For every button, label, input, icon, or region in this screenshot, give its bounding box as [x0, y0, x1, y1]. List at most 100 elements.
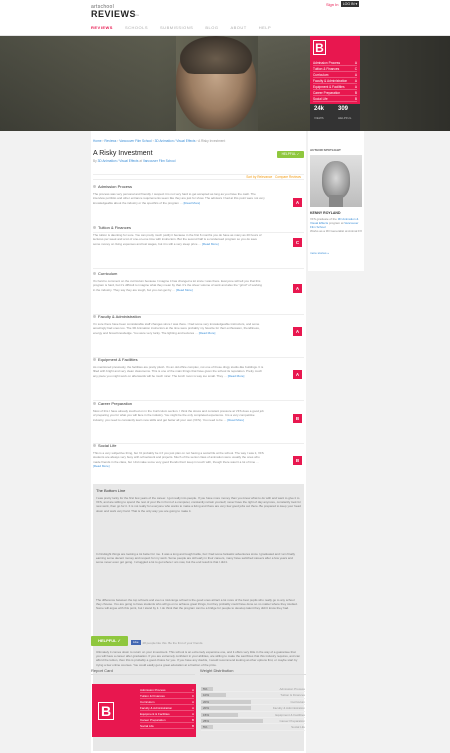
read-more-link[interactable]: [Read More]: [227, 418, 244, 422]
section-title: Social Life: [98, 442, 117, 448]
report-card-list: Admission Process A Tuition & Finances C C…: [140, 687, 194, 729]
hero-background-left: [0, 36, 176, 131]
breadcrumb-program[interactable]: 3D Animation / Visual Effects: [155, 139, 196, 143]
weight-percent: 5%: [203, 687, 208, 691]
category-grade-row[interactable]: Social Life B: [313, 96, 357, 102]
report-card-row-grade: B: [191, 718, 194, 722]
review-section-social: Social Life This is a very subjective th…: [93, 442, 304, 482]
views-count: 24k: [314, 106, 325, 112]
section-grade: A: [293, 284, 302, 293]
hero-character-hair: [180, 36, 252, 74]
weight-label: Social Life: [291, 725, 305, 730]
bullet-icon: [93, 401, 96, 405]
section-title: Career Preparation: [98, 400, 133, 406]
read-more-link[interactable]: [Read More]: [184, 201, 201, 205]
sort-relevance-link[interactable]: Sort by Relevance: [246, 175, 272, 179]
section-grade: A: [293, 198, 302, 207]
sign-in-link[interactable]: Sign In: [326, 2, 338, 7]
section-title: Admission Process: [98, 183, 133, 189]
section-grade: B: [293, 414, 302, 423]
helpful-button-bottom[interactable]: HELPFUL ✓: [91, 636, 128, 646]
nav-blog[interactable]: BLOG: [205, 25, 218, 30]
review-main: Home › Reviews › Vancouver Film School ›…: [91, 131, 306, 753]
report-card-label: Curriculum: [140, 700, 155, 704]
weight-label: Admission Process: [279, 687, 305, 691]
bottom-line-paragraph: In hindsight things are looking a lot be…: [96, 552, 295, 565]
section-title: Faculty & Administration: [98, 313, 141, 319]
breadcrumb-home[interactable]: Home: [93, 139, 102, 143]
weight-label: Curriculum: [290, 699, 305, 704]
overall-grade: B: [313, 40, 326, 55]
read-more-link[interactable]: [Read More]: [228, 374, 245, 378]
read-more-link[interactable]: [Read More]: [176, 288, 193, 292]
more-stories-link[interactable]: more stories »: [310, 251, 329, 255]
section-title: Curriculum: [98, 270, 118, 276]
compare-reviews-link[interactable]: Compare Reviews: [275, 175, 301, 179]
review-section-tuition: Tuition & Finances The tuition is daunti…: [93, 224, 304, 269]
report-card-title: Report Card: [91, 668, 195, 675]
read-more-link[interactable]: [Read More]: [199, 331, 216, 335]
section-text: Most of this I have already touched on i…: [93, 409, 265, 422]
school-link[interactable]: Vancouver Film School: [143, 159, 176, 163]
category-label: Equipment & Facilities: [313, 85, 345, 89]
page: artschool REVIEWS beta Sign In LOG IN ▾ …: [0, 0, 450, 753]
section-text: It's hard to comment on the curriculum b…: [93, 279, 265, 292]
category-label: Admission Process: [313, 61, 341, 65]
report-card-label: Tuition & Finances: [140, 694, 165, 698]
facebook-like-text: 28 people like this. Be the first of you…: [142, 640, 204, 645]
report-card-grade: B: [98, 702, 114, 720]
bullet-icon: [93, 225, 96, 229]
nav-help[interactable]: HELP: [259, 25, 271, 30]
section-body: I'm sure there have been considerable st…: [93, 322, 260, 335]
weight-percent: 15%: [203, 712, 210, 717]
weight-percent: 20%: [203, 699, 210, 704]
weight-percent: 10%: [203, 693, 210, 698]
read-more-link[interactable]: [Read More]: [93, 464, 110, 468]
nav-reviews[interactable]: REVIEWS: [91, 25, 113, 30]
weight-label: Equipment & Facilities: [275, 712, 305, 717]
nav-about[interactable]: ABOUT: [230, 25, 246, 30]
weight-row: 5% Social Life: [201, 724, 305, 731]
helpful-button-top[interactable]: HELPFUL ✓: [277, 151, 304, 158]
category-grade: A: [354, 79, 357, 83]
report-card-label: Admission Process: [140, 688, 166, 692]
bottom-line-title: The Bottom Line: [96, 488, 126, 493]
sort-bar: Sort by Relevance Compare Reviews: [93, 174, 304, 180]
report-card-row-grade: A: [191, 706, 194, 710]
report-card-row: Social Life B: [140, 723, 194, 729]
login-button[interactable]: LOG IN ▾: [341, 1, 359, 7]
site-header: artschool REVIEWS beta Sign In LOG IN ▾ …: [0, 0, 450, 36]
weight-label: Tuition & Finances: [280, 693, 305, 698]
read-more-link[interactable]: [Read More]: [202, 242, 219, 246]
category-grade: A: [354, 73, 357, 77]
nav-submissions[interactable]: SUBMISSIONS: [160, 25, 193, 30]
program-link[interactable]: 3D Animation / Visual Effects: [98, 159, 139, 163]
breadcrumb-reviews[interactable]: Reviews: [104, 139, 116, 143]
breadcrumb-current: A Risky Investment: [198, 139, 226, 143]
nav-schools[interactable]: SCHOOLS: [125, 25, 148, 30]
helpful-label: HELPFUL: [338, 116, 352, 120]
author-spotlight-title: AUTHOR SPOTLIGHT: [310, 148, 341, 152]
author-avatar[interactable]: [310, 155, 362, 207]
review-byline: By 3D Animation / Visual Effects at Vanc…: [93, 159, 175, 163]
category-label: Tuition & Finances: [313, 67, 340, 71]
report-card-row-grade: A: [191, 700, 194, 704]
logo[interactable]: REVIEWS: [91, 9, 136, 19]
section-title: Tuition & Finances: [98, 224, 131, 230]
weight-label: Career Preparation: [279, 718, 305, 723]
section-text: The tuition is daunting for sure. You ca…: [93, 233, 265, 246]
report-card-label: Career Preparation: [140, 718, 166, 722]
hero-image: [0, 36, 450, 131]
category-label: Social Life: [313, 97, 328, 101]
facebook-like-button[interactable]: Like: [131, 640, 141, 645]
category-grade: B: [354, 97, 357, 101]
review-section-faculty: Faculty & Administration I'm sure there …: [93, 313, 304, 358]
bullet-icon: [93, 184, 96, 188]
author-avatar-head: [322, 161, 350, 199]
bullet-icon: [93, 314, 96, 318]
byline-prefix: By: [93, 159, 97, 163]
report-card-row-grade: C: [191, 694, 194, 698]
author-name[interactable]: KENNY ROYLAND: [310, 211, 340, 215]
breadcrumb-school[interactable]: Vancouver Film School: [119, 139, 152, 143]
category-grade: B: [354, 91, 357, 95]
